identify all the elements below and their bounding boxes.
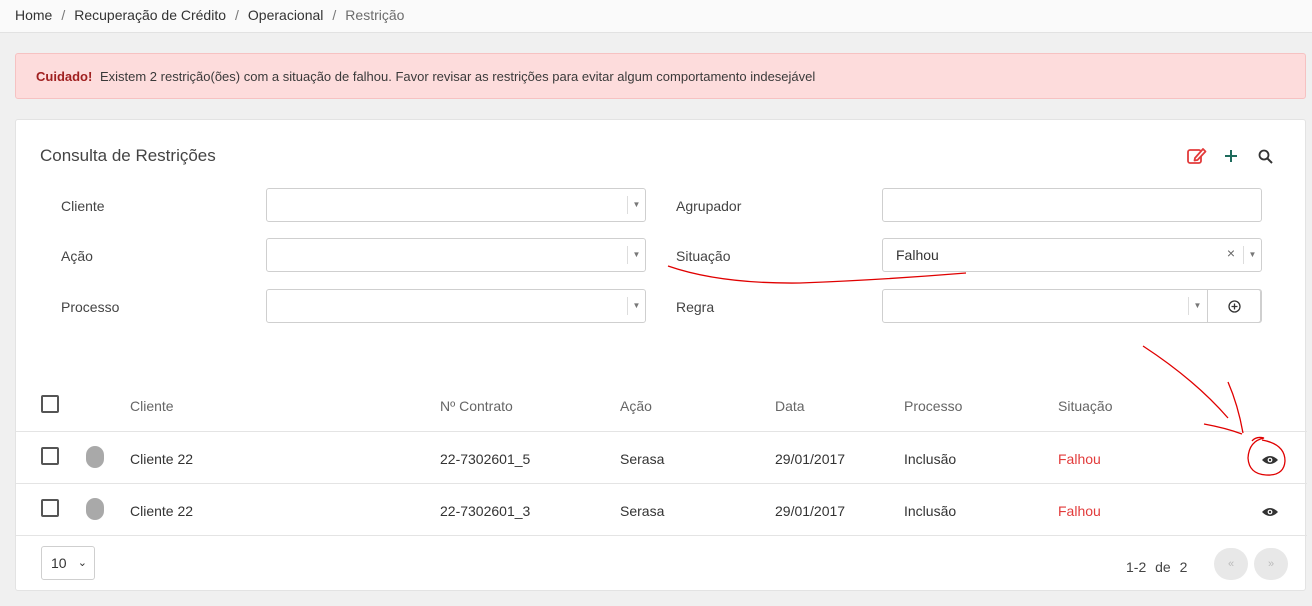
situacao-select[interactable]: Falhou × ▼ <box>882 238 1262 272</box>
column-header-processo[interactable]: Processo <box>904 398 962 414</box>
breadcrumb-current: Restrição <box>345 7 405 23</box>
column-header-data[interactable]: Data <box>775 398 805 414</box>
page-total: 2 <box>1179 559 1188 575</box>
divider <box>16 535 1307 536</box>
cell-situacao: Falhou <box>1058 503 1101 519</box>
situacao-label: Situação <box>676 248 731 264</box>
breadcrumb-operacional[interactable]: Operacional <box>248 7 324 23</box>
column-header-cliente[interactable]: Cliente <box>130 398 174 414</box>
breadcrumb: Home / Recuperação de Crédito / Operacional /… <box>0 0 1312 33</box>
divider <box>16 483 1307 484</box>
chevron-down-icon: ▼ <box>627 246 645 264</box>
column-header-situacao[interactable]: Situação <box>1058 398 1112 414</box>
regra-select[interactable]: ▼ <box>882 289 1262 323</box>
warning-alert: Cuidado! Existem 2 restrição(ões) com a … <box>15 53 1306 99</box>
acao-select[interactable]: ▼ <box>266 238 646 272</box>
cell-acao: Serasa <box>620 451 665 467</box>
page-title: Consulta de Restrições <box>40 146 216 165</box>
cell-contrato: 22-7302601_3 <box>440 503 531 519</box>
eye-icon[interactable] <box>1261 506 1279 518</box>
edit-icon[interactable] <box>1187 146 1207 166</box>
clear-icon[interactable]: × <box>1227 245 1235 261</box>
search-panel: Consulta de Restrições Cliente Ação Proc… <box>15 119 1307 591</box>
breadcrumb-home[interactable]: Home <box>15 7 52 23</box>
next-page-button[interactable]: » <box>1254 548 1288 580</box>
cell-cliente: Cliente 22 <box>130 451 194 467</box>
cell-processo: Inclusão <box>904 451 957 467</box>
breadcrumb-separator: / <box>61 7 66 23</box>
page-of: de <box>1155 559 1171 575</box>
page-info: 1-2 de 2 <box>1126 559 1187 575</box>
chevron-down-icon: ▼ <box>1243 246 1261 264</box>
select-all-checkbox[interactable] <box>41 395 59 413</box>
chevron-down-icon: ▼ <box>627 196 645 214</box>
cell-data: 29/01/2017 <box>775 451 846 467</box>
chevron-down-icon: ▼ <box>627 297 645 315</box>
cell-processo: Inclusão <box>904 503 957 519</box>
cliente-label: Cliente <box>61 198 105 214</box>
avatar <box>86 498 104 520</box>
situacao-value: Falhou <box>896 247 939 263</box>
breadcrumb-separator: / <box>235 7 239 23</box>
divider <box>16 431 1307 432</box>
breadcrumb-recuperacao[interactable]: Recuperação de Crédito <box>74 7 226 23</box>
panel-toolbar <box>1187 146 1275 166</box>
row-checkbox[interactable] <box>41 447 59 465</box>
row-checkbox[interactable] <box>41 499 59 517</box>
cliente-select[interactable]: ▼ <box>266 188 646 222</box>
alert-strong: Cuidado! <box>36 69 93 84</box>
agrupador-label: Agrupador <box>676 198 742 214</box>
cell-acao: Serasa <box>620 503 665 519</box>
processo-select[interactable]: ▼ <box>266 289 646 323</box>
chevron-down-icon: ⌄ <box>77 557 87 569</box>
page-size-select[interactable]: 10 ⌄ <box>41 546 95 580</box>
cell-contrato: 22-7302601_5 <box>440 451 531 467</box>
cell-data: 29/01/2017 <box>775 503 846 519</box>
page-range: 1-2 <box>1126 559 1147 575</box>
page-size-value: 10 <box>51 555 67 571</box>
regra-add-button[interactable] <box>1207 289 1261 323</box>
processo-label: Processo <box>61 299 120 315</box>
alert-message: Existem 2 restrição(ões) com a situação … <box>99 69 816 84</box>
agrupador-input[interactable] <box>882 188 1262 222</box>
column-header-acao[interactable]: Ação <box>620 398 652 414</box>
acao-label: Ação <box>61 248 93 264</box>
breadcrumb-separator: / <box>332 7 337 23</box>
cell-cliente: Cliente 22 <box>130 503 194 519</box>
column-header-contrato[interactable]: Nº Contrato <box>440 398 513 414</box>
add-circle-icon <box>1227 299 1241 313</box>
prev-page-button[interactable]: « <box>1214 548 1248 580</box>
cell-situacao: Falhou <box>1058 451 1101 467</box>
plus-icon[interactable] <box>1221 146 1241 166</box>
search-icon[interactable] <box>1255 146 1275 166</box>
eye-icon[interactable] <box>1261 454 1279 466</box>
chevron-down-icon: ▼ <box>1188 297 1206 315</box>
regra-label: Regra <box>676 299 715 315</box>
avatar <box>86 446 104 468</box>
